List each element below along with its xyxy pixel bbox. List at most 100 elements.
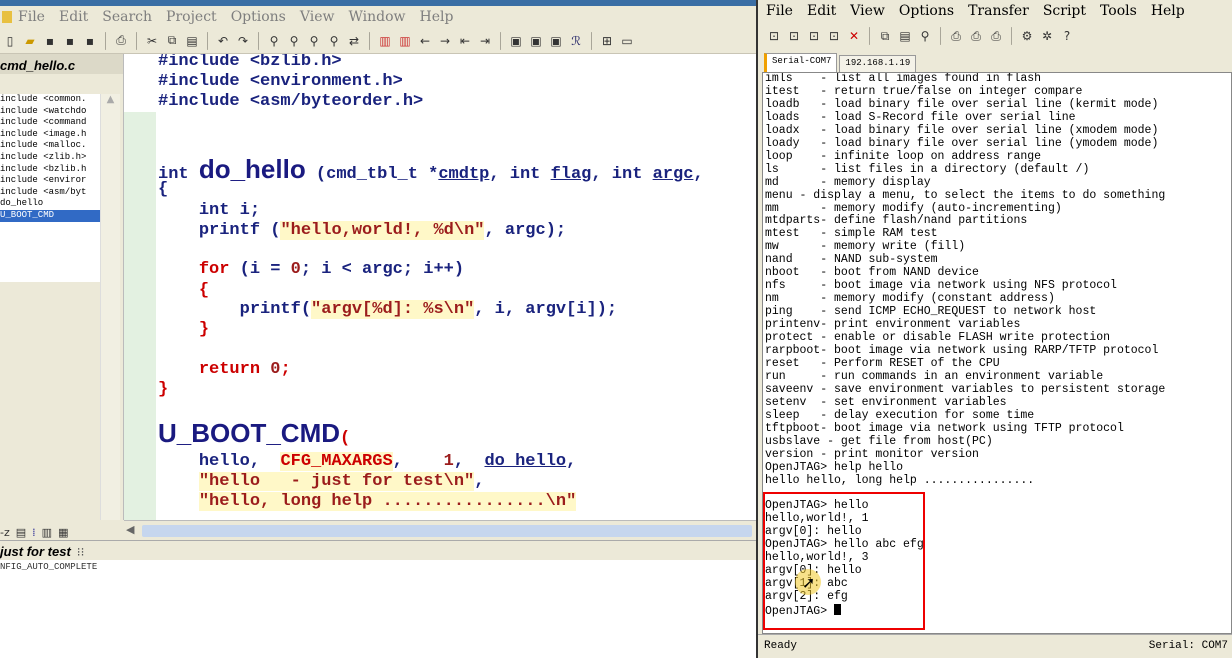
crt-menu-script[interactable]: Script bbox=[1043, 3, 1086, 19]
print-screen-icon[interactable]: ⎙ bbox=[968, 28, 984, 44]
si-menu-view[interactable]: View bbox=[300, 9, 335, 25]
symbol-info-icon[interactable]: ▣ bbox=[508, 33, 524, 49]
connect-tab-icon[interactable]: ⊡ bbox=[806, 28, 822, 44]
copy-icon[interactable]: ⧉ bbox=[164, 33, 180, 49]
crt-menu-edit[interactable]: Edit bbox=[807, 3, 836, 19]
si-menu-options[interactable]: Options bbox=[231, 9, 286, 25]
new-file-icon[interactable]: ▯ bbox=[2, 33, 18, 49]
crt-menu-transfer[interactable]: Transfer bbox=[968, 3, 1029, 19]
find-prev-icon[interactable]: ⚲ bbox=[306, 33, 322, 49]
back-icon[interactable]: ← bbox=[417, 33, 433, 49]
crt-menu-view[interactable]: View bbox=[850, 3, 885, 19]
terminal-line-text: loadx - load binary file over serial lin… bbox=[765, 123, 1159, 137]
symbol-list-scrollbar[interactable]: ▲ bbox=[100, 94, 120, 564]
si-menu-search[interactable]: Search bbox=[102, 9, 152, 25]
symbol-list-item[interactable]: include <common. bbox=[0, 94, 100, 106]
disconnect-icon[interactable]: ✕ bbox=[846, 28, 862, 44]
browse-icon[interactable]: ▣ bbox=[548, 33, 564, 49]
forward-icon[interactable]: → bbox=[437, 33, 453, 49]
save-icon[interactable]: ▪ bbox=[42, 33, 58, 49]
terminal-line-text: protect - enable or disable FLASH write … bbox=[765, 331, 1111, 345]
code-line: int i; bbox=[198, 201, 261, 220]
symbol-list-item[interactable]: include <malloc. bbox=[0, 140, 100, 152]
print-selection-icon[interactable]: ⎙ bbox=[988, 28, 1004, 44]
window-icon[interactable]: ▭ bbox=[619, 33, 635, 49]
terminal-output[interactable]: imls - list all images found in flash ite… bbox=[762, 72, 1232, 634]
status-text: Ready bbox=[764, 639, 798, 652]
terminal-line-text: saveenv - save environment variables to … bbox=[765, 382, 1166, 396]
symbol-list-item[interactable]: include <zlib.h> bbox=[0, 152, 100, 164]
paste-icon[interactable]: ▤ bbox=[897, 28, 913, 44]
mouse-cursor-icon: ➚ bbox=[802, 575, 816, 593]
code-editor[interactable]: #include <bzlib.h> #include <environment… bbox=[124, 54, 756, 520]
connect-icon[interactable]: ⊡ bbox=[766, 28, 782, 44]
list-view-icon[interactable]: ▤ bbox=[16, 526, 26, 539]
paste-icon[interactable]: ▤ bbox=[184, 33, 200, 49]
symbol-list-item[interactable]: include <bzlib.h bbox=[0, 164, 100, 176]
hscroll-thumb[interactable] bbox=[142, 525, 752, 537]
sftp-icon[interactable]: ✲ bbox=[1039, 28, 1055, 44]
toolbar-separator bbox=[105, 31, 106, 50]
properties-icon[interactable]: ▦ bbox=[58, 526, 68, 539]
copy-icon[interactable]: ⧉ bbox=[877, 28, 893, 44]
reference-icon[interactable]: ℛ bbox=[568, 33, 584, 49]
undo-icon[interactable]: ↶ bbox=[215, 33, 231, 49]
symbol-list-item[interactable]: include <image.h bbox=[0, 129, 100, 141]
quick-connect-icon[interactable]: ⊡ bbox=[786, 28, 802, 44]
tab-192-168-1-19[interactable]: 192.168.1.19 bbox=[839, 55, 917, 72]
symbol-list-item[interactable]: include <watchdo bbox=[0, 106, 100, 118]
crt-menu-options[interactable]: Options bbox=[899, 3, 954, 19]
symbol-list-item[interactable]: include <enviror bbox=[0, 175, 100, 187]
function-name[interactable]: do_hello bbox=[199, 154, 306, 184]
print-icon[interactable]: ⎙ bbox=[113, 33, 129, 49]
symbol-list-item[interactable]: do_hello bbox=[0, 198, 100, 210]
crt-menu-file[interactable]: File bbox=[766, 3, 793, 19]
bookmark-icon[interactable]: ▥ bbox=[377, 33, 393, 49]
symbol-list-item[interactable]: U_BOOT_CMD bbox=[0, 209, 100, 222]
window-layout-icon[interactable]: ⊞ bbox=[599, 33, 615, 49]
category-icon[interactable]: ⁞ bbox=[32, 526, 36, 539]
replace-icon[interactable]: ⇄ bbox=[346, 33, 362, 49]
jump-left-icon[interactable]: ⇤ bbox=[457, 33, 473, 49]
symbol-list-item[interactable]: include <asm/byt bbox=[0, 187, 100, 199]
macro-name[interactable]: U_BOOT_CMD bbox=[158, 418, 340, 448]
code-content[interactable]: #include <bzlib.h> #include <environment… bbox=[158, 54, 756, 511]
crt-menu-help[interactable]: Help bbox=[1151, 3, 1185, 19]
crt-menu-tools[interactable]: Tools bbox=[1100, 3, 1137, 19]
scroll-left-icon[interactable]: ◀ bbox=[126, 523, 140, 537]
si-menu-edit[interactable]: Edit bbox=[59, 9, 88, 25]
relation-icon[interactable]: ▣ bbox=[528, 33, 544, 49]
close-file-icon[interactable]: ▪ bbox=[82, 33, 98, 49]
jump-right-icon[interactable]: ⇥ bbox=[477, 33, 493, 49]
terminal-line-text: setenv - set environment variables bbox=[765, 395, 1007, 409]
search-files-icon[interactable]: ⚲ bbox=[326, 33, 342, 49]
find-next-icon[interactable]: ⚲ bbox=[286, 33, 302, 49]
print-icon[interactable]: ⎙ bbox=[948, 28, 964, 44]
find-icon[interactable]: ⚲ bbox=[917, 28, 933, 44]
terminal-line-text: mtest - simple RAM test bbox=[765, 227, 938, 241]
si-menu-help[interactable]: Help bbox=[420, 9, 454, 25]
terminal-line-text: run - run commands in an environment var… bbox=[765, 369, 1104, 383]
settings-icon[interactable]: ⚙ bbox=[1019, 28, 1035, 44]
open-folder-icon[interactable]: ▰ bbox=[22, 33, 38, 49]
find-icon[interactable]: ⚲ bbox=[266, 33, 282, 49]
scroll-up-icon[interactable]: ▲ bbox=[101, 94, 120, 110]
help-icon[interactable]: ? bbox=[1059, 28, 1075, 44]
si-menu-project[interactable]: Project bbox=[166, 9, 217, 25]
tab-serial-com7[interactable]: Serial-COM7 bbox=[764, 53, 838, 72]
symbol-list-item[interactable]: include <command bbox=[0, 117, 100, 129]
cut-icon[interactable]: ✂ bbox=[144, 33, 160, 49]
save-all-icon[interactable]: ▪ bbox=[62, 33, 78, 49]
si-menu-file[interactable]: File bbox=[18, 9, 45, 25]
redo-icon[interactable]: ↷ bbox=[235, 33, 251, 49]
browse-book-icon[interactable]: ▥ bbox=[42, 526, 52, 539]
crt-menubar: File Edit View Options Transfer Script T… bbox=[758, 0, 1232, 22]
sort-icon[interactable]: -z bbox=[0, 526, 10, 539]
editor-hscrollbar[interactable]: ◀ bbox=[124, 520, 756, 540]
toolbar-separator bbox=[207, 31, 208, 50]
terminal-line-text: sleep - delay execution for some time bbox=[765, 408, 1035, 422]
reconnect-icon[interactable]: ⊡ bbox=[826, 28, 842, 44]
context-window-text: NFIG_AUTO_COMPLETE bbox=[0, 560, 756, 576]
bookmark-list-icon[interactable]: ▥ bbox=[397, 33, 413, 49]
si-menu-window[interactable]: Window bbox=[349, 9, 406, 25]
